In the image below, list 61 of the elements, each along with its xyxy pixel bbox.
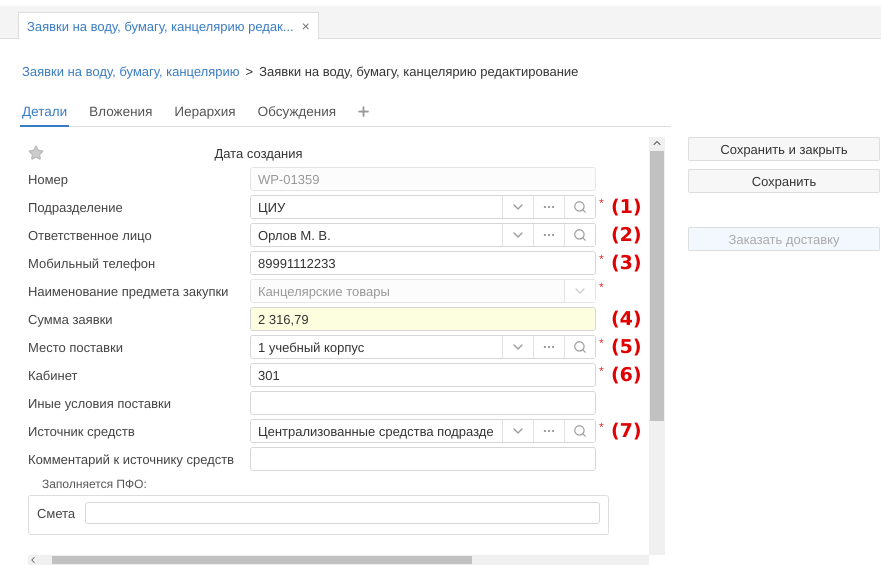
field-label: Наименование предмета закупки bbox=[28, 284, 230, 298]
required-mark: * bbox=[599, 252, 605, 266]
input-field[interactable]: 89991112233 bbox=[250, 251, 596, 275]
star-icon[interactable] bbox=[28, 145, 44, 161]
tab-title: Заявки на воду, бумагу, канцелярию редак... bbox=[27, 18, 294, 34]
field-label: Ответственное лицо bbox=[28, 228, 153, 242]
annotation-number: (1) bbox=[611, 196, 642, 218]
input-field[interactable]: 1 учебный корпус bbox=[250, 335, 596, 359]
search-icon bbox=[573, 200, 587, 214]
field-label: Кабинет bbox=[28, 368, 78, 382]
input-field[interactable] bbox=[250, 447, 596, 471]
required-mark: * bbox=[599, 280, 605, 294]
breadcrumb-separator: > bbox=[246, 64, 254, 79]
input-field[interactable] bbox=[85, 502, 600, 524]
annotation-number: (6) bbox=[611, 364, 642, 386]
search-icon bbox=[573, 228, 587, 242]
tab[interactable]: Вложения bbox=[87, 97, 154, 127]
input-field[interactable]: 301 bbox=[250, 363, 596, 387]
field-label: Сумма заявки bbox=[28, 312, 114, 326]
document-tab[interactable]: Заявки на воду, бумагу, канцелярию редак... × bbox=[18, 12, 319, 39]
search-icon bbox=[573, 340, 587, 354]
breadcrumb-current: Заявки на воду, бумагу, канцелярию редактирование bbox=[259, 64, 578, 79]
action-button[interactable]: Сохранить bbox=[688, 169, 880, 193]
search-button[interactable] bbox=[564, 196, 595, 218]
tab[interactable]: Детали bbox=[20, 97, 70, 127]
annotation-number: (7) bbox=[611, 420, 642, 442]
required-mark: * bbox=[599, 364, 605, 378]
horizontal-scrollbar[interactable] bbox=[28, 555, 649, 565]
annotation-number: (3) bbox=[611, 252, 642, 274]
field-label: Комментарий к источнику средств bbox=[28, 452, 236, 466]
search-icon bbox=[573, 424, 587, 438]
action-button[interactable]: Сохранить и закрыть bbox=[688, 137, 880, 161]
group-caption: Заполняется ПФО: bbox=[42, 477, 148, 491]
field-label: Подразделение bbox=[28, 200, 124, 214]
required-mark: * bbox=[599, 196, 605, 210]
field-label: Место поставки bbox=[28, 340, 124, 354]
required-mark: * bbox=[599, 420, 605, 434]
close-button[interactable]: × bbox=[302, 19, 310, 33]
field-label: Иные условия поставки bbox=[28, 396, 172, 410]
input-field[interactable] bbox=[250, 391, 596, 415]
tab[interactable]: Иерархия bbox=[172, 97, 238, 127]
header-title: Дата создания bbox=[213, 146, 304, 160]
input-field[interactable]: Орлов М. В. bbox=[250, 223, 596, 247]
input-field[interactable]: ЦИУ bbox=[250, 195, 596, 219]
search-button[interactable] bbox=[564, 336, 595, 358]
annotation-number: (4) bbox=[611, 308, 642, 330]
vertical-scrollbar[interactable] bbox=[649, 137, 665, 555]
required-mark: * bbox=[599, 336, 605, 350]
input-field[interactable]: 2 316,79 bbox=[250, 307, 596, 331]
add-icon[interactable] bbox=[356, 104, 372, 119]
input-field[interactable]: Централизованные средства подразде bbox=[250, 419, 596, 443]
field-label: Смета bbox=[37, 506, 76, 520]
breadcrumb-link[interactable]: Заявки на воду, бумагу, канцелярию bbox=[22, 64, 240, 79]
search-button[interactable] bbox=[564, 420, 595, 442]
tab[interactable]: Обсуждения bbox=[256, 97, 338, 127]
field-label: Мобильный телефон bbox=[28, 256, 156, 270]
field-label: Источник средств bbox=[28, 424, 136, 438]
annotation-number: (5) bbox=[611, 336, 642, 358]
search-button[interactable] bbox=[564, 224, 595, 246]
annotation-number: (2) bbox=[611, 224, 642, 246]
field-label: Номер bbox=[28, 172, 70, 186]
